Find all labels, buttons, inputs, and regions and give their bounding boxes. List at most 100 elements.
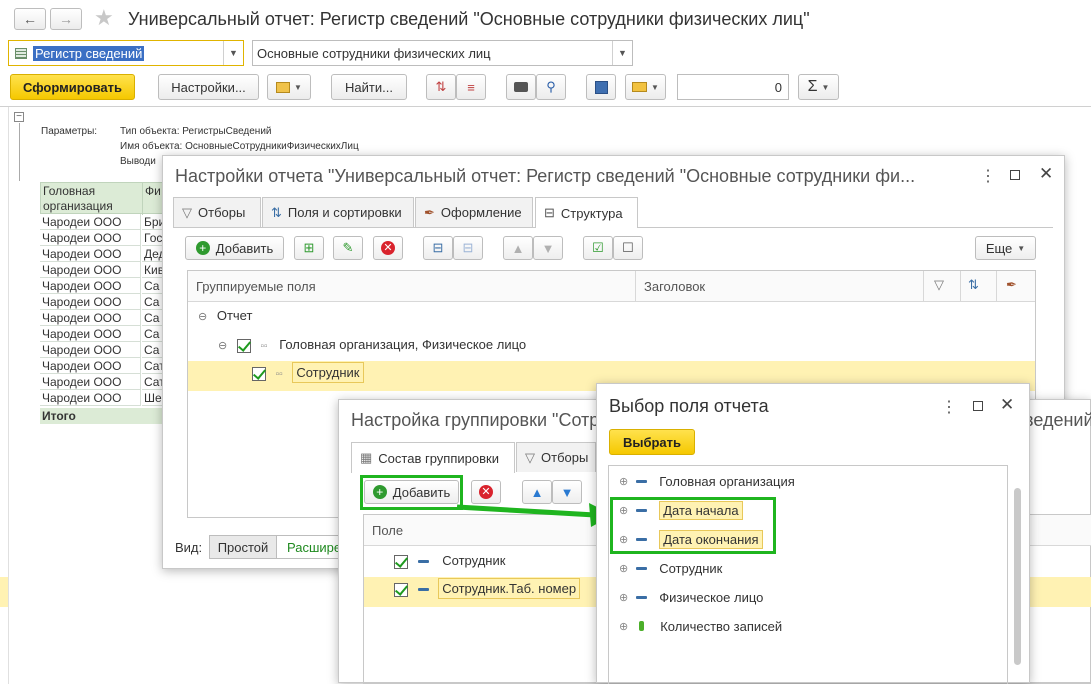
tab-label: Отборы — [198, 205, 246, 220]
cell-organization: Чародеи ООО — [40, 342, 141, 358]
group-button[interactable]: ⊟ — [423, 236, 453, 260]
print-button[interactable] — [506, 74, 536, 100]
expand-icon[interactable]: ⊕ — [619, 562, 628, 575]
tree-row-level2[interactable]: ▫▫ Сотрудник — [252, 362, 364, 383]
expand-groups-button[interactable]: ⇅ — [426, 74, 456, 100]
object-name-select[interactable]: Основные сотрудники физических лиц ▼ — [252, 40, 633, 66]
object-type-select[interactable]: Регистр сведений ▼ — [8, 40, 244, 66]
field-option[interactable]: ⊕ Количество записей — [619, 616, 782, 636]
tree-row-level1[interactable]: ⊖ ▫▫ Головная организация, Физическое ли… — [218, 337, 526, 353]
column-divider — [960, 271, 961, 302]
delete-button[interactable]: ✕ — [373, 236, 403, 260]
arrow-left-icon: ← — [23, 11, 37, 27]
param-line: Тип объекта: РегистрыСведений — [120, 126, 272, 137]
plus-circle-icon: + — [372, 485, 387, 499]
field-label: Сотрудник.Таб. номер — [438, 578, 581, 599]
column-divider — [142, 183, 143, 215]
chevron-down-icon: ▼ — [1017, 243, 1026, 253]
checkbox-icon[interactable] — [394, 554, 408, 569]
filter-icon: ▽ — [182, 204, 192, 220]
select-field-dialog: Выбор поля отчета ⋮ ✕ Выбрать ⊕ Головная … — [596, 383, 1030, 684]
check-all-button[interactable]: ☑ — [583, 236, 613, 260]
brush-icon[interactable]: ✒ — [1006, 277, 1017, 293]
view-simple-button[interactable]: Простой — [209, 535, 277, 559]
maximize-icon[interactable] — [1010, 170, 1020, 180]
table-row: Чародеи ООО Сат — [40, 358, 180, 374]
variants-button[interactable]: ▼ — [267, 74, 311, 100]
generate-button[interactable]: Сформировать — [10, 74, 135, 100]
cell-organization: Чародеи ООО — [40, 230, 141, 246]
add-button[interactable]: + Добавить — [185, 236, 284, 260]
move-down-button[interactable]: ▼ — [533, 236, 563, 260]
favorite-star-icon[interactable]: ★ — [94, 5, 114, 31]
field-icon — [417, 588, 429, 592]
fields-icon[interactable]: ⇅ — [968, 277, 979, 293]
field-option[interactable]: ⊕ Сотрудник — [619, 558, 722, 578]
sum-field[interactable]: 0 — [677, 74, 789, 100]
sum-mode-button[interactable]: Σ ▼ — [798, 74, 839, 100]
table-row: Чародеи ООО Шее — [40, 390, 180, 406]
checkbox-icon[interactable] — [394, 582, 408, 597]
tree-label: Отчет — [216, 308, 253, 323]
tab-grouping-filters[interactable]: ▽ Отборы — [516, 442, 596, 472]
move-up-button[interactable]: ▲ — [503, 236, 533, 260]
fields-icon: ⇅ — [271, 204, 282, 220]
ungroup-icon: ⊟ — [462, 240, 474, 255]
edit-button[interactable]: ✎ — [333, 236, 363, 260]
tab-structure[interactable]: ⊟ Структура — [535, 197, 638, 228]
column-header-title: Заголовок — [644, 279, 706, 294]
grouping-add-button[interactable]: + Добавить — [364, 480, 459, 504]
tab-fields-sorting[interactable]: ⇅ Поля и сортировки — [262, 197, 414, 227]
printer-icon — [514, 82, 528, 92]
ungroup-button[interactable]: ⊟ — [453, 236, 483, 260]
find-button[interactable]: Найти... — [331, 74, 407, 100]
uncheck-all-button[interactable]: ☐ — [613, 236, 643, 260]
send-button[interactable]: ▼ — [625, 74, 666, 100]
forward-button[interactable]: → — [50, 8, 82, 30]
expand-icon[interactable]: ⊕ — [619, 591, 628, 604]
collapse-groups-button[interactable]: ≡ — [456, 74, 486, 100]
close-icon[interactable]: ✕ — [1039, 164, 1053, 184]
close-icon[interactable]: ✕ — [1000, 395, 1014, 415]
view-extended-button[interactable]: Расшире — [277, 535, 339, 559]
back-button[interactable]: ← — [14, 8, 46, 30]
more-vertical-icon[interactable]: ⋮ — [980, 166, 996, 186]
chevron-down-icon[interactable]: ▼ — [223, 41, 243, 65]
table-icon: ▦ — [360, 450, 373, 465]
table-row: Чародеи ООО Сат — [40, 374, 180, 390]
tab-label: Оформление — [440, 205, 522, 220]
tab-grouping-composition[interactable]: ▦ Состав группировки — [351, 442, 515, 473]
chevron-down-icon: ▼ — [651, 82, 659, 92]
maximize-icon[interactable] — [973, 401, 983, 411]
expand-icon[interactable]: ⊕ — [619, 620, 628, 633]
tab-appearance[interactable]: ✒ Оформление — [415, 197, 533, 227]
chevron-down-icon[interactable]: ▼ — [612, 41, 632, 65]
more-vertical-icon[interactable]: ⋮ — [941, 397, 957, 417]
scrollbar[interactable] — [1014, 488, 1021, 665]
tab-filters[interactable]: ▽ Отборы — [173, 197, 261, 227]
field-row[interactable]: Сотрудник.Таб. номер — [394, 578, 581, 599]
collapse-icon[interactable]: ⊖ — [198, 311, 207, 323]
field-option-label: Сотрудник — [659, 560, 723, 576]
field-option[interactable]: ⊕ Физическое лицо — [619, 587, 763, 607]
check-all-icon: ☑ — [592, 240, 604, 255]
filter-icon[interactable]: ▽ — [934, 277, 944, 293]
add-group-button[interactable]: ⊞ — [294, 236, 324, 260]
select-button[interactable]: Выбрать — [609, 429, 695, 455]
field-row[interactable]: Сотрудник — [394, 553, 505, 569]
checkbox-icon[interactable] — [252, 366, 266, 381]
collapse-icon[interactable]: ⊖ — [218, 340, 227, 352]
table-row: Чародеи ООО Са — [40, 342, 180, 358]
floppy-icon — [594, 80, 608, 94]
preview-button[interactable]: ⚲ — [536, 74, 566, 100]
field-option[interactable]: ⊕ Головная организация — [619, 471, 795, 491]
count-icon — [639, 621, 645, 631]
save-button[interactable] — [586, 74, 616, 100]
more-button[interactable]: Еще ▼ — [975, 236, 1036, 260]
checkbox-icon[interactable] — [236, 338, 251, 353]
tree-row-report[interactable]: ⊖ Отчет — [198, 308, 252, 323]
settings-button[interactable]: Настройки... — [158, 74, 259, 100]
collapse-icon[interactable]: − — [14, 112, 24, 122]
expand-icon[interactable]: ⊕ — [619, 475, 628, 488]
envelope-icon — [632, 82, 648, 92]
